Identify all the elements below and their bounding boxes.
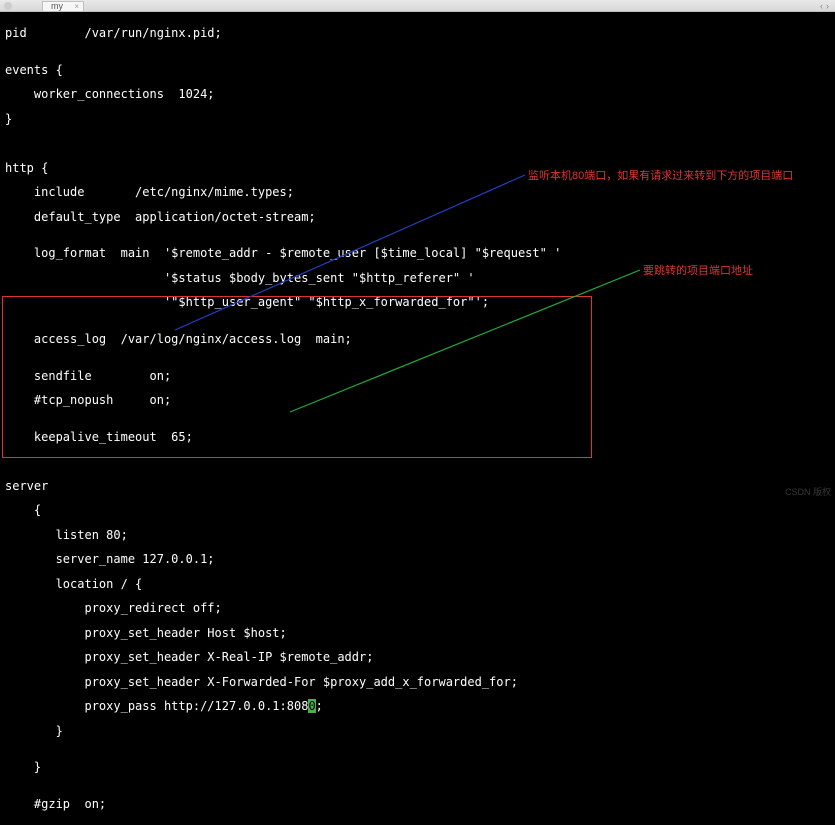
code-line: { xyxy=(5,504,830,516)
tab-label: my xyxy=(51,1,63,11)
tab-close-icon[interactable]: × xyxy=(74,2,79,11)
annotation-text-listen: 监听本机80端口，如果有请求过来转到下方的项目端口 xyxy=(528,167,793,183)
code-line: log_format main '$remote_addr - $remote_… xyxy=(5,247,830,259)
terminal-content: pid /var/run/nginx.pid; events { worker_… xyxy=(0,12,835,825)
code-line: listen 80; xyxy=(5,529,830,541)
code-line: } xyxy=(5,725,830,737)
watermark: CSDN 版权 xyxy=(785,485,831,498)
code-line: #tcp_nopush on; xyxy=(5,394,830,406)
code-line: proxy_pass http://127.0.0.1:8080; xyxy=(5,700,830,712)
code-line: keepalive_timeout 65; xyxy=(5,431,830,443)
tab-my[interactable]: my × xyxy=(42,1,84,11)
code-line: proxy_set_header X-Forwarded-For $proxy_… xyxy=(5,676,830,688)
window-close-icon[interactable] xyxy=(4,2,12,10)
code-line: location / { xyxy=(5,578,830,590)
code-line: server_name 127.0.0.1; xyxy=(5,553,830,565)
code-line: proxy_set_header Host $host; xyxy=(5,627,830,639)
annotation-text-proxy: 要跳转的项目端口地址 xyxy=(643,262,753,278)
code-line: '"$http_user_agent" "$http_x_forwarded_f… xyxy=(5,296,830,308)
code-line: events { xyxy=(5,64,830,76)
code-line: server xyxy=(5,480,830,492)
chevron-left-icon[interactable]: ‹ xyxy=(820,1,823,11)
terminal-cursor: 0 xyxy=(308,699,315,713)
code-line: proxy_redirect off; xyxy=(5,602,830,614)
code-line: sendfile on; xyxy=(5,370,830,382)
code-line: } xyxy=(5,761,830,773)
code-line: worker_connections 1024; xyxy=(5,88,830,100)
code-line: access_log /var/log/nginx/access.log mai… xyxy=(5,333,830,345)
code-line: } xyxy=(5,113,830,125)
code-line: include /etc/nginx/mime.types; xyxy=(5,186,830,198)
window-titlebar: my × ‹ › xyxy=(0,0,835,12)
chevron-right-icon[interactable]: › xyxy=(826,1,829,11)
code-line: proxy_set_header X-Real-IP $remote_addr; xyxy=(5,651,830,663)
code-line: #gzip on; xyxy=(5,798,830,810)
code-line: pid /var/run/nginx.pid; xyxy=(5,27,830,39)
code-line: default_type application/octet-stream; xyxy=(5,211,830,223)
